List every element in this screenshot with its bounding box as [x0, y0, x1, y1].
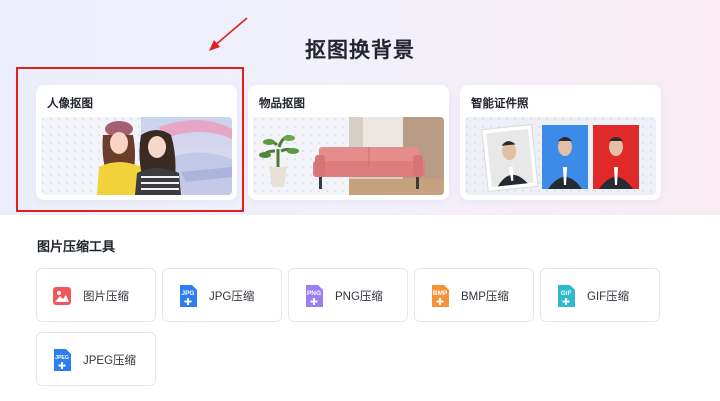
- annotation-arrow: [209, 17, 248, 51]
- tool-label: JPG压缩: [209, 291, 255, 303]
- svg-text:BMP: BMP: [433, 290, 448, 297]
- tool-png-compress[interactable]: PNG PNG压缩: [288, 268, 408, 322]
- tool-label: JPEG压缩: [83, 355, 137, 367]
- svg-text:PNG: PNG: [307, 290, 321, 297]
- image-compress-icon: [53, 287, 71, 305]
- page-title: 抠图换背景: [305, 39, 415, 62]
- jpeg-file-icon: JPEG: [54, 349, 71, 371]
- tool-jpeg-compress[interactable]: JPEG JPEG压缩: [36, 332, 156, 386]
- jpg-file-icon: JPG: [180, 285, 197, 307]
- tool-label: GIF压缩: [587, 291, 630, 303]
- svg-text:GIF: GIF: [561, 290, 572, 297]
- svg-text:JPEG: JPEG: [55, 355, 69, 361]
- tool-label: PNG压缩: [335, 291, 383, 303]
- card-title: 物品抠图: [259, 98, 305, 110]
- section-title: 图片压缩工具: [37, 239, 116, 254]
- tool-label: 图片压缩: [83, 291, 129, 303]
- bmp-file-icon: BMP: [432, 285, 449, 307]
- card-title: 智能证件照: [471, 98, 529, 110]
- tool-image-compress[interactable]: 图片压缩: [36, 268, 156, 322]
- tool-label: BMP压缩: [461, 291, 509, 303]
- object-image: [253, 117, 444, 195]
- annotation-highlight-box: [16, 67, 244, 212]
- tool-bmp-compress[interactable]: BMP BMP压缩: [414, 268, 534, 322]
- gif-file-icon: GIF: [558, 285, 575, 307]
- card-id-photo[interactable]: 智能证件照: [460, 85, 661, 200]
- card-object-cutout[interactable]: 物品抠图: [248, 85, 449, 200]
- tool-gif-compress[interactable]: GIF GIF压缩: [540, 268, 660, 322]
- id-photo-image: [465, 117, 656, 195]
- png-file-icon: PNG: [306, 285, 323, 307]
- svg-text:JPG: JPG: [181, 290, 194, 297]
- tool-jpg-compress[interactable]: JPG JPG压缩: [162, 268, 282, 322]
